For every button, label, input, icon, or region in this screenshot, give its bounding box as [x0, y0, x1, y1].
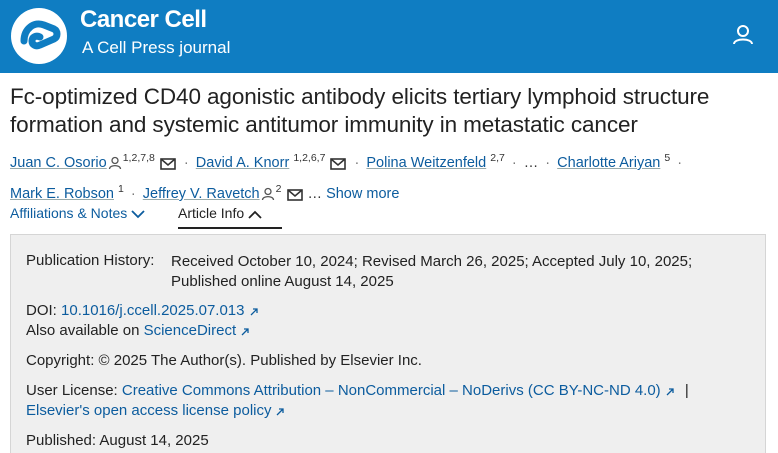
doi-label: DOI: [26, 302, 57, 319]
active-tab-indicator [178, 227, 282, 229]
also-available-row: Also available on ScienceDirect [26, 322, 250, 339]
email-icon[interactable] [160, 158, 176, 170]
author-affiliation: 1,2,7,8 [122, 152, 155, 164]
author-affiliation: 1,2,6,7 [293, 152, 326, 164]
journal-name[interactable]: Cancer Cell [80, 6, 207, 34]
cell-press-logo-icon[interactable] [10, 7, 68, 65]
author-affiliation: 5 [664, 152, 671, 164]
also-available-label: Also available on [26, 322, 140, 339]
user-account-icon[interactable] [730, 22, 756, 48]
author-name[interactable]: Mark E. Robson [10, 186, 114, 202]
published-label: Published: [26, 432, 97, 449]
publication-history-text: Received October 10, 2024; Revised March… [171, 253, 693, 290]
chevron-up-icon [248, 210, 262, 219]
license-label: User License: [26, 382, 118, 399]
external-link-icon [241, 328, 249, 336]
tab-affiliations-label: Affiliations & Notes [10, 205, 128, 221]
email-icon[interactable] [286, 188, 303, 201]
tab-article-info-label: Article Info [178, 205, 245, 221]
author-name[interactable]: Polina Weitzenfeld [366, 155, 486, 171]
journal-header: Cancer Cell A Cell Press journal [0, 0, 778, 73]
separator-dot: · [183, 154, 189, 171]
author-name[interactable]: Charlotte Ariyan [557, 155, 660, 171]
journal-subtitle: A Cell Press journal [82, 38, 231, 57]
author-affiliation: 2,7 [490, 152, 505, 164]
doi-row: DOI: 10.1016/j.ccell.2025.07.013 [26, 302, 259, 319]
author-affiliation: 1 [118, 182, 124, 195]
license-separator: | [684, 382, 689, 399]
separator-dot: · [545, 154, 551, 171]
external-link-icon [666, 388, 674, 396]
sciencedirect-link[interactable]: ScienceDirect [144, 322, 237, 339]
show-more-link[interactable]: Show more [326, 186, 399, 202]
author-ellipsis: … [523, 154, 539, 171]
license-link[interactable]: Creative Commons Attribution – NonCommer… [122, 382, 661, 399]
author-affiliation: 2 [275, 182, 282, 195]
separator-dot: · [354, 154, 360, 171]
publication-history-label: Publication History: [26, 252, 155, 269]
license-row: User License: Creative Commons Attributi… [26, 382, 689, 399]
author-name[interactable]: Juan C. Osorio [10, 155, 107, 171]
external-link-icon [250, 308, 258, 316]
separator-dot: · [511, 154, 517, 171]
chevron-down-icon [131, 210, 145, 219]
article-info-panel: Publication History: Received October 10… [10, 234, 766, 453]
separator-dot: · [677, 154, 683, 171]
copyright-text: Copyright: © 2025 The Author(s). Publish… [26, 352, 422, 369]
published-row: Published: August 14, 2025 [26, 432, 209, 449]
published-date: August 14, 2025 [99, 432, 209, 449]
email-icon[interactable] [330, 158, 347, 170]
author-name[interactable]: David A. Knorr [196, 155, 290, 171]
author-list: Juan C. Osorio 1,2,7,8 · David A. Knorr 1… [10, 145, 775, 207]
person-icon [261, 187, 274, 200]
oa-policy-link[interactable]: Elsevier's open access license policy [26, 402, 271, 419]
external-link-icon [277, 408, 285, 416]
author-ellipsis: … [307, 185, 323, 202]
separator-dot: · [130, 185, 136, 202]
tab-affiliations[interactable]: Affiliations & Notes [10, 205, 145, 221]
article-title: Fc-optimized CD40 agonistic antibody eli… [10, 84, 710, 137]
person-icon [108, 156, 121, 170]
tab-article-info[interactable]: Article Info [178, 205, 262, 221]
oa-policy-row: Elsevier's open access license policy [26, 402, 285, 419]
author-name[interactable]: Jeffrey V. Ravetch [143, 186, 260, 202]
doi-link[interactable]: 10.1016/j.ccell.2025.07.013 [61, 302, 244, 319]
